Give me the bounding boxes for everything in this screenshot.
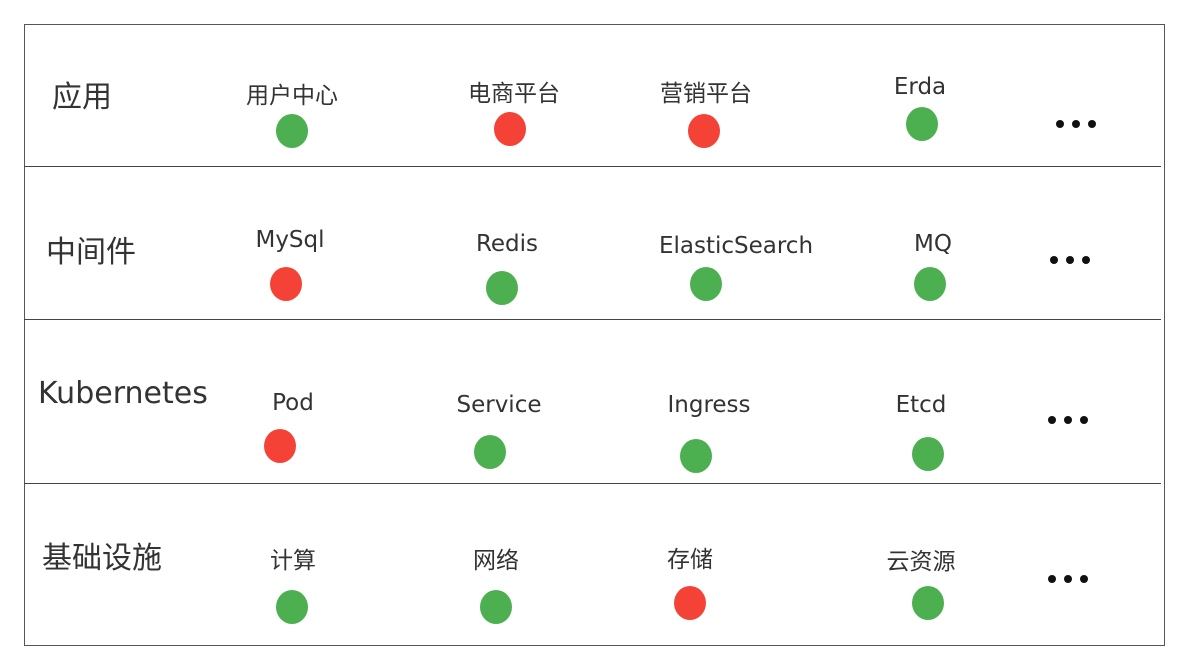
layer-divider [24, 483, 1161, 484]
status-dot [914, 267, 946, 301]
node-item: 网络 [396, 541, 596, 575]
node-label: MQ [914, 231, 952, 257]
ellipsis-icon [1048, 416, 1088, 424]
node-item: MQ [833, 231, 1033, 257]
node-label: Ingress [667, 392, 751, 418]
layer-title-application: 应用 [52, 80, 112, 115]
node-item: Pod [193, 390, 393, 416]
status-dot [690, 267, 722, 301]
node-item: Redis [407, 231, 607, 257]
node-item: MySql [190, 227, 390, 253]
ellipsis-icon [1056, 120, 1096, 128]
node-label: Etcd [895, 392, 947, 418]
status-dot [680, 439, 712, 473]
node-label: Erda [893, 74, 947, 100]
node-item: 存储 [590, 540, 790, 574]
node-item: ElasticSearch [636, 233, 836, 259]
layer-title-middleware: 中间件 [46, 235, 136, 270]
status-dot [276, 590, 308, 624]
status-dot [674, 586, 706, 620]
layer-divider [24, 166, 1161, 167]
node-item: Service [399, 392, 599, 418]
node-label: ElasticSearch [658, 233, 814, 259]
node-label: 云资源 [886, 549, 956, 575]
status-dot [480, 590, 512, 624]
layer-title-infrastructure: 基础设施 [42, 541, 162, 576]
status-dot [270, 267, 302, 301]
node-label: Pod [272, 390, 314, 416]
status-dot [264, 429, 296, 463]
node-item: 计算 [193, 541, 393, 575]
node-label: 电商平台 [468, 81, 560, 107]
node-item: Erda [820, 74, 1020, 100]
node-label: 营销平台 [660, 81, 752, 107]
ellipsis-icon [1050, 256, 1090, 264]
node-label: MySql [255, 227, 325, 253]
node-item: 营销平台 [606, 74, 806, 108]
node-item: 电商平台 [414, 74, 614, 108]
status-dot [486, 271, 518, 305]
status-dot [912, 437, 944, 471]
status-dot [494, 112, 526, 146]
node-item: 用户中心 [192, 76, 392, 110]
node-label: Redis [475, 231, 539, 257]
node-item: Ingress [609, 392, 809, 418]
status-dot [276, 114, 308, 148]
layer-divider [24, 319, 1161, 320]
status-dot [906, 107, 938, 141]
status-dot [474, 435, 506, 469]
node-label: 用户中心 [246, 83, 338, 109]
status-dot [688, 114, 720, 148]
ellipsis-icon [1048, 575, 1088, 583]
node-label: 计算 [270, 548, 316, 574]
node-label: Service [456, 392, 542, 418]
layer-title-kubernetes: Kubernetes [38, 376, 208, 411]
node-item: 云资源 [821, 542, 1021, 576]
node-label: 网络 [473, 548, 519, 574]
node-item: Etcd [821, 392, 1021, 418]
node-label: 存储 [667, 547, 713, 573]
status-dot [912, 586, 944, 620]
